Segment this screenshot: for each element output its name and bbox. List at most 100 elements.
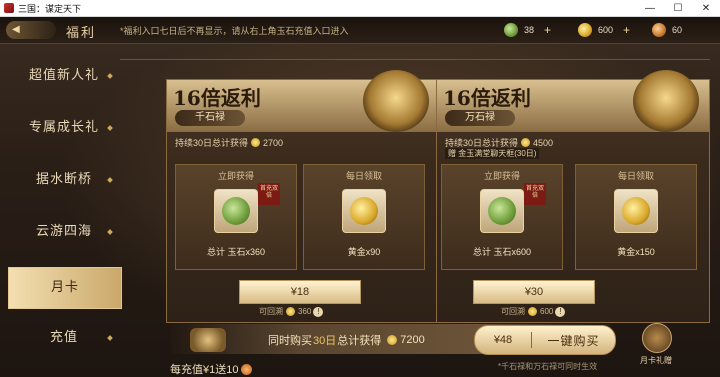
gift-label: 月卡礼赠 [640,356,672,365]
double-badge: 首充双倍 [524,183,546,205]
game-viewport: ◀ 福利 *福利入口七日后不再显示，请从右上角玉石充值入口进入 38 + 600… [0,17,720,377]
combo-duration: 30日 [313,335,337,347]
welfare-notice: *福利入口七日后不再显示，请从右上角玉石充值入口进入 [120,26,349,36]
reward-title: 每日领取 [345,171,382,181]
total-value: 2700 [263,137,284,148]
back-button[interactable]: ◀ [6,21,56,39]
sidebar-item-travel[interactable]: 云游四海 [8,212,120,252]
combo-button-label: 一键购买 [547,333,600,348]
reward-item[interactable] [480,189,524,233]
tier-badge: 万石禄 [445,110,515,126]
add-jade-button[interactable]: + [544,23,551,37]
double-badge: 首充双倍 [258,183,280,205]
gold-icon [350,197,378,225]
combo-text-after: 总计获得 [337,335,382,347]
reward-label: 黄金x150 [617,247,655,257]
buy-button[interactable]: ¥30 [473,280,595,304]
gold-coin-icon [521,138,531,147]
combo-price: ¥48 [493,334,513,346]
bullet-icon [107,73,113,79]
reward-title: 每日领取 [617,171,654,181]
buy-button[interactable]: ¥18 [239,280,361,304]
reward-label: 总计 玉石x360 [206,247,266,257]
sidebar-item-newbie[interactable]: 超值新人礼 [8,56,120,96]
back-arrow-icon: ◀ [12,24,20,35]
combo-text: 同时购买 30日 总计获得 7200 [268,332,425,348]
bronze-coin-icon [241,363,253,375]
combo-text-before: 同时购买 [268,335,312,347]
window-title: 三国：谋定天下 [18,3,82,14]
rebate-multiplier: 16倍返利 [443,86,531,110]
bullet-icon [107,335,113,341]
refund-label: 可回溯 [501,307,525,316]
jade-icon [222,197,250,225]
total-value: 4500 [533,137,554,148]
info-icon[interactable]: ! [555,306,566,317]
gold-currency: 600 + [578,21,630,39]
sidebar-item-label: 云游四海 [35,224,92,239]
window-controls: — ☐ ✕ [636,0,720,16]
maximize-button[interactable]: ☐ [664,0,692,16]
bonus-frame-text: 赠 金玉满堂聊天框(30日) [445,148,540,159]
sidebar-item-monthly-card[interactable]: 月卡 [8,267,122,309]
panel-divider [120,59,710,60]
gold-icon [622,197,650,225]
combo-footnote: *千石禄和万石禄可同时生效 [498,362,598,371]
jade-amount: 38 [524,25,535,35]
treasure-chest-icon [363,70,429,132]
reward-item[interactable] [342,189,386,233]
sidebar-item-growth[interactable]: 专属成长礼 [8,108,120,148]
refund-value: 600 [540,307,554,316]
reward-label: 总计 玉石x600 [472,247,532,257]
card-total: 持续30日总计获得 2700 [175,136,283,149]
reward-item[interactable] [614,189,658,233]
jade-coin-icon [504,23,518,37]
jade-icon [488,197,516,225]
bullet-icon [107,229,113,235]
minimize-button[interactable]: — [636,0,664,16]
bronze-coin-icon [652,23,666,37]
gold-coin-icon [387,335,398,345]
sidebar-item-label: 专属成长礼 [28,120,99,135]
treasure-chest-icon [633,70,699,132]
refund-info: 可回溯 360 ! [259,306,324,317]
tier-badge: 千石禄 [175,110,245,126]
refund-label: 可回溯 [259,307,283,316]
bronze-amount: 60 [672,25,683,35]
gold-amount: 600 [598,25,614,35]
sidebar-item-label: 充值 [49,330,78,345]
bronze-currency: 60 [652,21,682,39]
instant-reward: 立即获得 首充双倍 总计 玉石x600 [441,164,563,270]
bullet-icon [107,177,113,183]
monthly-card-small: 16倍返利 千石禄 持续30日总计获得 2700 立即获得 首充双倍 总计 玉石… [166,70,440,323]
one-click-buy-button[interactable]: ¥48 一键购买 [474,325,616,355]
monthly-card-large: 16倍返利 万石禄 持续30日总计获得 4500 赠 金玉满堂聊天框(30日) … [436,70,710,323]
gift-icon [642,323,672,353]
jade-currency: 38 + [504,21,551,39]
bullet-icon [107,125,113,131]
gold-coin-icon [578,23,592,37]
info-icon[interactable]: ! [313,306,324,317]
daily-reward: 每日领取 黄金x90 [303,164,425,270]
window-titlebar: 三国：谋定天下 — ☐ ✕ [0,0,720,17]
monthly-card-gift[interactable]: 月卡礼赠 [632,323,680,369]
sidebar: 超值新人礼 专属成长礼 据水断桥 云游四海 月卡 充值 [0,46,122,376]
add-gold-button[interactable]: + [623,23,630,37]
reward-item[interactable] [214,189,258,233]
sidebar-item-label: 月卡 [50,280,79,295]
total-label: 持续30日总计获得 [175,138,249,148]
rebate-multiplier: 16倍返利 [173,86,261,110]
daily-reward: 每日领取 黄金x150 [575,164,697,270]
close-button[interactable]: ✕ [692,0,720,16]
sidebar-item-bridge[interactable]: 据水断桥 [8,160,120,200]
gold-coin-icon [286,307,295,316]
sidebar-item-label: 据水断桥 [35,172,92,187]
recharge-promo[interactable]: 每充值¥1送10 [170,361,253,377]
app-icon [4,3,14,13]
sidebar-item-label: 超值新人礼 [28,68,99,83]
instant-reward: 立即获得 首充双倍 总计 玉石x360 [175,164,297,270]
refund-value: 360 [298,307,312,316]
reward-title: 立即获得 [483,171,520,181]
sidebar-item-recharge[interactable]: 充值 [8,318,120,358]
gold-coin-icon [251,138,261,147]
